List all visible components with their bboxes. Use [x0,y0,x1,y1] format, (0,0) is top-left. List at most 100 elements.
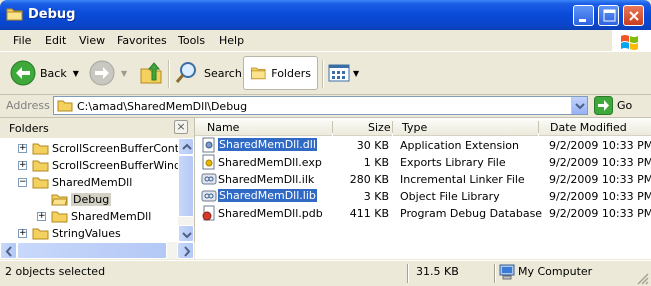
tree-item-label: Debug [71,193,112,206]
file-name: SharedMemDll.dll [218,138,317,151]
column-date-label: Date Modified [550,121,627,134]
menu-tools[interactable]: Tools [178,34,205,47]
file-type: Application Extension [400,139,519,152]
views-icon [328,64,350,82]
menu-help[interactable]: Help [219,34,244,47]
file-row[interactable]: SharedMemDll.pdb 411 KB Program Debug Da… [195,205,651,222]
column-size-label: Size [368,121,391,134]
back-arrow-icon [10,60,36,86]
go-label: Go [617,99,633,112]
toolbar-separator [168,60,170,88]
expand-icon[interactable]: + [18,229,27,238]
status-separator [407,264,409,283]
window-title: Debug [28,7,76,22]
tree-item-label: ScrollScreenBufferWindow [52,159,178,172]
scroll-up-button[interactable] [178,138,194,155]
column-header-size[interactable]: Size [333,118,392,136]
collapse-icon[interactable]: − [18,178,27,187]
scroll-thumb[interactable] [17,242,167,259]
column-header-type[interactable]: Type [393,118,538,136]
tree-item[interactable]: + SharedMemDll [37,208,151,225]
status-location: My Computer [518,265,593,278]
close-pane-button[interactable]: × [174,120,188,134]
address-bar: Address C:\amad\SharedMemDll\Debug Go [0,95,651,118]
tree-item-label: SharedMemDll [71,210,152,223]
menu-view[interactable]: View [79,34,105,47]
up-folder-button[interactable] [138,56,164,90]
resize-grip-icon[interactable] [636,272,649,285]
toolbar-separator [322,60,324,88]
close-button[interactable] [623,5,644,26]
tree-item-label: SharedMemDll [52,176,133,189]
menu-edit[interactable]: Edit [45,34,66,47]
tree-item-selected[interactable]: Debug [51,191,112,208]
status-bar: 2 objects selected 31.5 KB My Computer [0,260,651,286]
open-folder-icon [51,194,68,206]
ilk-icon [201,173,217,185]
address-input[interactable]: C:\amad\SharedMemDll\Debug [53,96,588,115]
expand-icon[interactable]: + [18,144,27,153]
title-bar[interactable]: Debug [0,0,651,30]
folder-icon [32,143,49,155]
file-date: 9/2/2009 10:33 PM [549,139,651,152]
file-date: 9/2/2009 10:33 PM [549,173,651,186]
file-size: 30 KB [356,139,389,152]
maximize-button[interactable] [598,5,619,26]
file-type: Program Debug Database [400,207,543,220]
column-header-name[interactable]: Name [195,118,332,136]
back-button[interactable]: Back ▼ [10,56,79,90]
my-computer-icon [499,264,515,280]
folder-horizontal-scrollbar[interactable] [0,242,194,259]
file-row[interactable]: SharedMemDll.ilk 280 KB Incremental Link… [195,171,651,188]
views-button[interactable]: ▼ [328,56,359,90]
back-label: Back [40,66,67,80]
menu-file[interactable]: File [13,34,31,47]
folder-vertical-scrollbar[interactable] [178,138,194,242]
status-selection: 2 objects selected [5,265,106,278]
folder-icon [57,100,73,112]
column-header-date[interactable]: Date Modified [539,118,651,136]
explorer-window: Debug File Edit View Favorites Tools Hel… [0,0,651,286]
expand-icon[interactable]: + [37,212,46,221]
file-date: 9/2/2009 10:33 PM [549,156,651,169]
menu-favorites[interactable]: Favorites [117,34,167,47]
forward-arrow-icon [89,60,115,86]
scroll-right-button[interactable] [177,242,194,259]
folders-pane: Folders × + ScrollScreenBufferConter + S… [0,118,195,242]
address-dropdown-button[interactable] [571,97,587,114]
file-row[interactable]: SharedMemDll.exp 1 KB Exports Library Fi… [195,154,651,171]
file-name: SharedMemDll.ilk [218,173,315,186]
minimize-icon [579,19,586,22]
tree-item[interactable]: − SharedMemDll [18,174,132,191]
folders-pane-header: Folders × [0,118,194,138]
views-dropdown-icon[interactable]: ▼ [353,69,359,78]
expand-icon[interactable]: + [18,161,27,170]
back-dropdown-icon[interactable]: ▼ [73,69,79,78]
status-size: 31.5 KB [416,265,459,278]
chevron-up-icon [182,143,192,150]
folder-icon [32,177,49,189]
minimize-button[interactable] [573,5,594,26]
status-separator [494,264,496,283]
tree-item[interactable]: + StringValues [18,225,121,242]
scroll-left-button[interactable] [0,242,17,259]
close-icon [629,11,639,21]
search-label: Search [204,66,242,80]
pdb-icon [202,205,215,221]
tree-item[interactable]: + ScrollScreenBufferConter [18,140,178,157]
file-name: SharedMemDll.exp [218,156,322,169]
file-row[interactable]: SharedMemDll.dll 30 KB Application Exten… [195,137,651,154]
search-button[interactable]: Search [174,56,242,90]
folders-button[interactable]: Folders [243,56,318,90]
tree-item[interactable]: + ScrollScreenBufferWindow [18,157,178,174]
file-date: 9/2/2009 10:33 PM [549,207,651,220]
scroll-down-button[interactable] [178,225,194,242]
file-size: 411 KB [349,207,389,220]
forward-dropdown-icon: ▼ [121,68,128,78]
scroll-thumb[interactable] [178,155,194,217]
file-type: Incremental Linker File [400,173,525,186]
file-row[interactable]: SharedMemDll.lib 3 KB Object File Librar… [195,188,651,205]
forward-button[interactable]: ▼ [89,56,127,90]
exp-icon [202,154,215,170]
go-button[interactable]: Go [594,96,632,115]
